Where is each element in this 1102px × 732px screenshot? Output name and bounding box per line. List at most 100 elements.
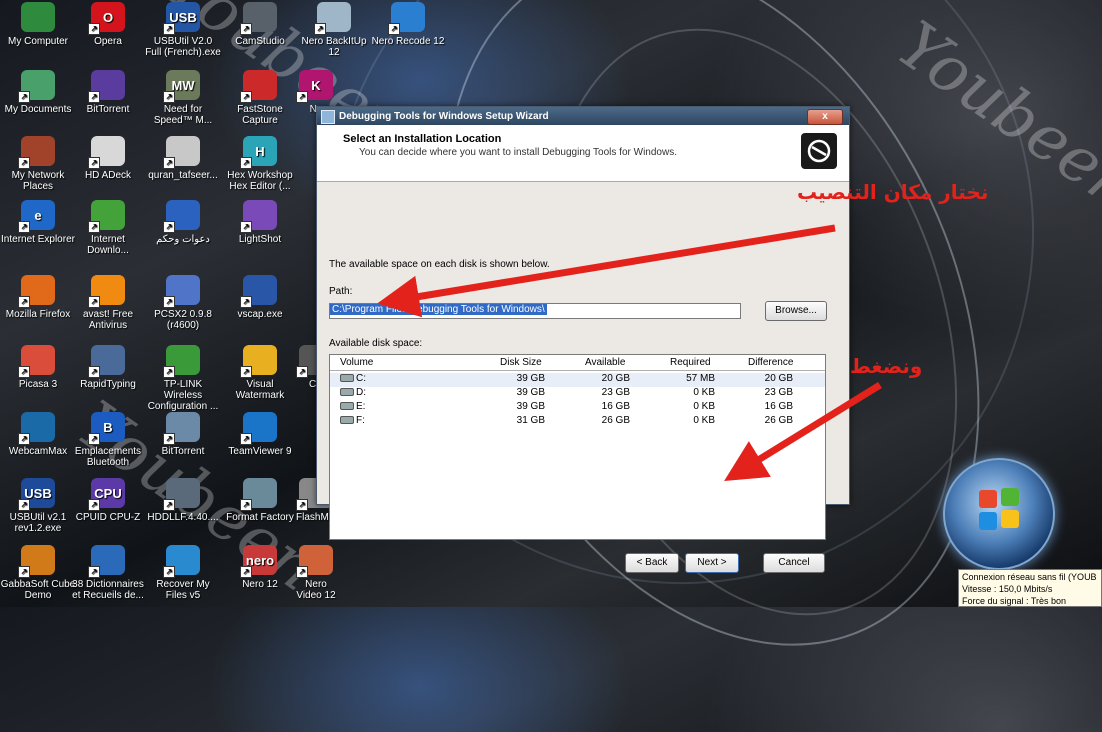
desktop-icon[interactable]: ↗ Visual Watermark [222,345,298,401]
desktop-app-icon: ↗ [163,345,200,378]
header-separator [330,370,825,371]
desktop-icon[interactable]: O ↗ Opera [70,2,146,47]
desktop-icon[interactable]: ↗ PCSX2 0.9.8 (r4600) [145,275,221,331]
desktop-icon[interactable]: ↗ quran_tafseer... [145,136,221,181]
col-difference[interactable]: Difference [748,357,793,368]
desktop-icon-label: LightShot [238,234,282,245]
shortcut-arrow-icon: ↗ [240,221,252,233]
desktop-icon-label: TeamViewer 9 [228,446,292,457]
flag-blue-icon [979,512,997,530]
desktop-icon-label: دعوات وحكم [156,234,210,245]
shortcut-arrow-icon: ↗ [296,91,308,103]
desktop-icon-label: CamStudio [235,36,285,47]
desktop-icon[interactable]: MW ↗ Need for Speed™ M... [145,70,221,126]
tray-line-2: Vitesse : 150,0 Mbits/s [962,584,1053,594]
tray-line-3: Force du signal : Très bon [962,596,1067,606]
table-row[interactable]: C: 39 GB 20 GB 57 MB 20 GB [330,373,825,387]
desktop-icon[interactable]: ↗ WebcamMax [0,412,76,457]
desktop-app-icon: ↗ [163,545,200,578]
desktop-app-icon: ↗ [18,545,55,578]
desktop-app-icon: ↗ [240,412,277,445]
annotation-choose-location: نختار مكان التنصيب [797,180,989,204]
desktop-icon-label: Format Factory [226,512,294,523]
table-cell-difference: 23 GB [764,387,793,398]
table-row[interactable]: F: 31 GB 26 GB 0 KB 26 GB [330,415,825,429]
desktop-icon[interactable]: ↗ BitTorrent [145,412,221,457]
desktop-app-icon: K ↗ [296,70,333,103]
desktop-icon[interactable]: ↗ LightShot [222,200,298,245]
desktop-app-icon: B ↗ [88,412,125,445]
desktop-icon[interactable]: ↗ دعوات وحكم [145,200,221,245]
drive-icon [340,416,354,425]
desktop-icon[interactable]: ↗ avast! Free Antivirus [70,275,146,331]
close-button[interactable]: x [807,109,843,125]
desktop-app-icon: ↗ [88,545,125,578]
col-available[interactable]: Available [585,357,625,368]
dialog-titlebar[interactable]: Debugging Tools for Windows Setup Wizard… [317,107,849,125]
desktop-icon[interactable]: e ↗ Internet Explorer [0,200,76,245]
wizard-heading: Select an Installation Location [343,133,502,145]
table-row[interactable]: E: 39 GB 16 GB 0 KB 16 GB [330,401,825,415]
browse-button[interactable]: Browse... [765,301,827,321]
desktop-icon[interactable]: ↗ My Network Places [0,136,76,192]
desktop-icon[interactable]: ↗ Nero Recode 12 [370,2,446,47]
desktop-icon[interactable]: USB ↗ USBUtil v2.1 rev1.2.exe [0,478,76,534]
desktop-icon[interactable]: ↗ Mozilla Firefox [0,275,76,320]
desktop-icon[interactable]: ↗ Format Factory [222,478,298,523]
shortcut-arrow-icon: ↗ [240,91,252,103]
desktop-icon[interactable]: ↗ Internet Downlo... [70,200,146,256]
desktop-icon[interactable]: ↗ Recover My Files v5 [145,545,221,601]
desktop-icon[interactable]: B ↗ Emplacements Bluetooth [70,412,146,468]
desktop-icon[interactable]: ↗ RapidTyping [70,345,146,390]
desktop-icon-label: FastStone Capture [237,104,283,126]
desktop-icon[interactable]: ↗ BitTorrent [70,70,146,115]
shortcut-arrow-icon: ↗ [240,366,252,378]
path-input[interactable]: C:\Program Files\Debugging Tools for Win… [329,303,741,319]
desktop-icon-label: RapidTyping [80,379,136,390]
desktop-icon[interactable]: ↗ CamStudio [222,2,298,47]
shortcut-arrow-icon: ↗ [296,566,308,578]
back-button[interactable]: < Back [625,553,679,573]
shortcut-arrow-icon: ↗ [18,366,30,378]
desktop-icon[interactable]: ↗ TeamViewer 9 [222,412,298,457]
desktop-icon[interactable]: ↗ HDDLLF.4.40.... [145,478,221,523]
desktop-icon-label: Internet Explorer [1,234,75,245]
next-button[interactable]: Next > [685,553,739,573]
desktop-icon-label: WebcamMax [8,446,68,457]
shortcut-arrow-icon: ↗ [18,91,30,103]
col-disk-size[interactable]: Disk Size [500,357,542,368]
table-header: Volume Disk Size Available Required Diff… [330,357,825,371]
desktop-icon[interactable]: ↗ Nero Video 12 [296,545,336,601]
desktop-icon[interactable]: ↗ FastStone Capture [222,70,298,126]
col-required[interactable]: Required [670,357,711,368]
shortcut-arrow-icon: ↗ [88,91,100,103]
desktop-icon-label: Opera [94,36,122,47]
desktop-app-icon: H ↗ [240,136,277,169]
cancel-button[interactable]: Cancel [763,553,825,573]
desktop-icon[interactable]: USB ↗ USBUtil V2.0 Full (French).exe [145,2,221,58]
desktop-icon[interactable]: My Computer [0,2,76,47]
shortcut-arrow-icon: ↗ [88,566,100,578]
shortcut-arrow-icon: ↗ [240,433,252,445]
shortcut-arrow-icon: ↗ [88,157,100,169]
table-cell-required: 0 KB [693,387,715,398]
desktop-icon-label: HDDLLF.4.40.... [147,512,219,523]
desktop-icon[interactable]: ↗ Picasa 3 [0,345,76,390]
desktop-icon[interactable]: ↗ TP-LINK Wireless Configuration ... [145,345,221,412]
desktop-icon[interactable]: ↗ HD ADeck [70,136,146,181]
desktop-icon[interactable]: ↗ Nero BackItUp 12 [296,2,372,58]
table-cell-required: 57 MB [686,373,715,384]
disk-space-label: Available disk space: [329,338,423,349]
desktop-icon[interactable]: CPU ↗ CPUID CPU-Z [70,478,146,523]
table-cell-disk-size: 39 GB [516,387,545,398]
desktop-icon[interactable]: nero ↗ Nero 12 [222,545,298,590]
desktop-icon[interactable]: ↗ GabbaSoft Cube Demo [0,545,76,601]
desktop-icon[interactable]: ↗ My Documents [0,70,76,115]
col-volume[interactable]: Volume [340,357,373,368]
desktop-icon[interactable]: ↗ vscap.exe [222,275,298,320]
shortcut-arrow-icon: ↗ [88,296,100,308]
desktop-icon[interactable]: ↗ 38 Dictionnaires et Recueils de... [70,545,146,601]
table-row[interactable]: D: 39 GB 23 GB 0 KB 23 GB [330,387,825,401]
desktop-icon[interactable]: H ↗ Hex Workshop Hex Editor (... [222,136,298,192]
shortcut-arrow-icon: ↗ [163,91,175,103]
